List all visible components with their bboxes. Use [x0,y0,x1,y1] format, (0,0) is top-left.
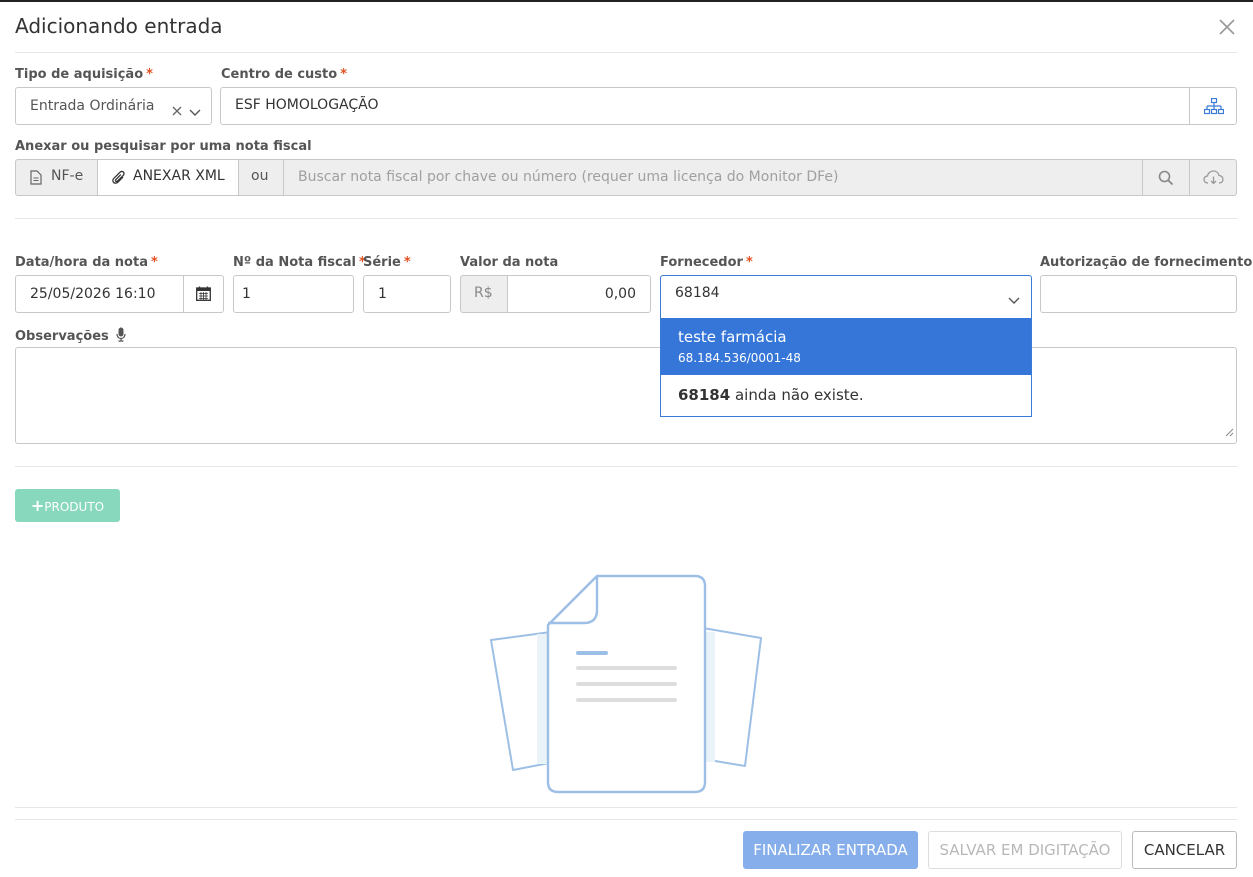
currency-prefix: R$ [474,285,493,301]
nfe-label: NF-e [51,168,84,184]
tipo-aquisicao-label: Tipo de aquisição * [15,67,153,82]
microphone-icon[interactable] [116,327,126,346]
salvar-digitacao-button[interactable]: SALVAR EM DIGITAÇÃO [928,831,1122,869]
cancelar-button[interactable]: CANCELAR [1132,831,1237,869]
plus-icon: + [30,496,45,515]
numero-nota-value: 1 [242,286,251,302]
centro-custo-tree-button[interactable] [1189,87,1237,125]
serie-label: Série * [363,255,411,270]
resize-handle-icon[interactable] [1225,422,1234,441]
centro-custo-input[interactable]: ESF HOMOLOGAÇÃO [220,87,1190,125]
not-exists-message: 68184 ainda não existe. [678,386,864,404]
fornecedor-dropdown: teste farmácia 68.184.536/0001-48 68184 … [660,318,1032,417]
ou-label: ou [251,168,269,184]
cloud-download-icon [1203,170,1224,190]
serie-input[interactable]: 1 [363,275,451,313]
option-name: teste farmácia [678,328,787,346]
serie-value: 1 [378,286,387,302]
modal-title: Adicionando entrada [15,14,223,38]
tipo-aquisicao-value: Entrada Ordinária [30,98,155,114]
data-hora-label: Data/hora da nota * [15,255,158,270]
observacoes-textarea[interactable] [15,347,1237,444]
window-top-border [0,0,1253,2]
nfe-addon: NF-e [15,159,98,196]
centro-custo-label: Centro de custo * [221,67,347,82]
valor-prefix: R$ [460,275,508,313]
create-fornecedor-option[interactable]: 68184 ainda não existe. [661,375,1031,416]
clear-icon[interactable] [172,101,182,120]
calendar-button[interactable] [183,275,224,313]
valor-nota-input[interactable]: 0,00 [507,275,651,313]
add-product-label: PRODUTO [44,500,105,514]
not-exists-text: ainda não existe. [734,386,864,404]
fornecedor-select[interactable]: 68184 [660,275,1032,319]
data-hora-value: 25/05/2026 16:10 [30,286,156,302]
fornecedor-label: Fornecedor * [660,255,753,270]
close-icon[interactable] [1216,16,1238,38]
numero-nota-input[interactable]: 1 [233,275,354,313]
nota-search-placeholder: Buscar nota fiscal por chave ou número (… [298,169,839,185]
chevron-down-icon[interactable] [189,102,201,121]
divider [15,52,1237,53]
attach-xml-label: ANEXAR XML [133,168,225,184]
nota-fiscal-section-label: Anexar ou pesquisar por uma nota fiscal [15,139,312,154]
ou-addon: ou [238,159,284,196]
fornecedor-value: 68184 [675,285,720,301]
fornecedor-option[interactable]: teste farmácia 68.184.536/0001-48 [661,318,1031,375]
tipo-aquisicao-select[interactable]: Entrada Ordinária [15,87,212,125]
nota-download-button[interactable] [1189,159,1237,196]
add-product-button[interactable]: +PRODUTO [15,489,120,522]
nota-search-input[interactable]: Buscar nota fiscal por chave ou número (… [283,159,1143,196]
divider [15,819,1237,820]
divider [15,218,1237,219]
org-chart-icon [1203,97,1225,119]
empty-document-illustration [485,572,770,797]
divider [15,466,1237,467]
paperclip-icon [112,170,126,190]
numero-nota-label: Nº da Nota fiscal * [233,255,366,270]
finalizar-entrada-button[interactable]: FINALIZAR ENTRADA [743,831,918,869]
calendar-icon [196,286,211,305]
chevron-down-icon[interactable] [1008,290,1020,309]
valor-nota-label: Valor da nota [460,255,559,270]
divider [15,807,1237,808]
observacoes-label: Observações [15,327,126,346]
option-doc: 68.184.536/0001-48 [678,351,801,365]
search-icon [1158,170,1174,190]
file-icon [30,170,42,189]
attach-xml-button[interactable]: ANEXAR XML [97,159,239,196]
data-hora-input[interactable]: 25/05/2026 16:10 [15,275,184,313]
valor-nota-value: 0,00 [604,286,636,302]
nota-search-button[interactable] [1142,159,1190,196]
centro-custo-value: ESF HOMOLOGAÇÃO [235,97,379,113]
not-exists-term: 68184 [678,386,731,404]
autorizacao-input[interactable] [1040,275,1237,313]
autorizacao-label: Autorização de fornecimento [1040,255,1253,270]
